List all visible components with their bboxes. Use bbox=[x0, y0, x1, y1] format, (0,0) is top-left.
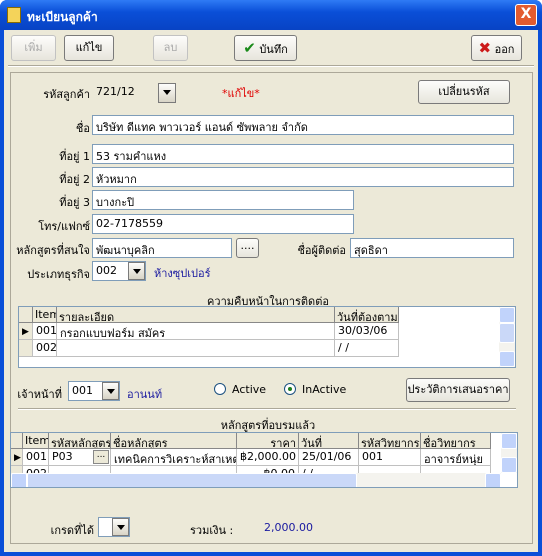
table-cell[interactable]: 001 bbox=[359, 449, 421, 466]
table-cell[interactable]: 001 bbox=[23, 449, 49, 466]
table-cell[interactable]: เทคนิคการวิเคราะห์สาเหตุ bbox=[111, 449, 237, 466]
row-pointer-icon: ▶ bbox=[14, 453, 21, 463]
business-type-dropdown-button[interactable] bbox=[128, 262, 145, 280]
total-value: 2,000.00 bbox=[264, 521, 313, 534]
save-label: บันทึก bbox=[259, 43, 288, 56]
courses-col-instructor-code: รหัสวิทยากร bbox=[359, 433, 421, 449]
scroll-up-button[interactable] bbox=[499, 307, 515, 323]
business-type-name: ห้างซุปเปอร์ bbox=[154, 267, 211, 280]
row-pointer[interactable]: ▶ bbox=[11, 449, 23, 466]
row-pointer-icon: ▶ bbox=[22, 327, 29, 337]
interest-label: หลักสูตรที่สนใจ bbox=[16, 244, 90, 257]
grid-corner bbox=[11, 433, 23, 449]
business-type-label: ประเภทธุรกิจ bbox=[27, 268, 90, 281]
ellipsis-button[interactable]: ... bbox=[93, 450, 109, 464]
address2-input[interactable]: หัวหมาก bbox=[92, 167, 514, 187]
courses-col-name: ชื่อหลักสูตร bbox=[111, 433, 237, 449]
staff-dropdown-button[interactable] bbox=[102, 382, 119, 400]
quote-history-button[interactable]: ประวัติการเสนอราคา bbox=[406, 378, 510, 402]
check-icon: ✔ bbox=[243, 39, 256, 57]
address3-input[interactable]: บางกะปิ bbox=[92, 190, 354, 210]
scroll-right-button[interactable] bbox=[485, 473, 501, 487]
scroll-up-button[interactable] bbox=[501, 433, 517, 449]
exit-label: ออก bbox=[494, 43, 515, 56]
progress-col-detail: รายละเอียด bbox=[57, 307, 335, 323]
section-separator bbox=[18, 408, 516, 410]
scroll-left-button[interactable] bbox=[11, 473, 27, 487]
progress-col-item: Item bbox=[33, 307, 57, 323]
phone-input[interactable]: 02-7178559 bbox=[92, 214, 354, 234]
courses-col-date: วันที่ bbox=[299, 433, 359, 449]
customer-code-value: 721/12 bbox=[92, 82, 156, 102]
name-input[interactable]: บริษัท ดีแทค พาวเวอร์ แอนด์ ซัพพลาย จำกั… bbox=[92, 115, 514, 135]
table-cell[interactable] bbox=[57, 340, 335, 357]
progress-grid: Item รายละเอียด วันที่ต้องตาม ▶ 001 กรอก… bbox=[18, 306, 516, 368]
progress-col-date: วันที่ต้องตาม bbox=[335, 307, 399, 323]
courses-hscrollbar[interactable] bbox=[11, 473, 501, 487]
table-cell-text: P03 bbox=[52, 450, 73, 463]
edit-mode-indicator: *แก้ไข* bbox=[222, 87, 260, 100]
interest-input[interactable]: พัฒนาบุคลิก bbox=[92, 238, 232, 258]
table-cell[interactable]: P03 ... bbox=[49, 449, 111, 466]
save-button[interactable]: ✔ บันทึก bbox=[234, 35, 297, 61]
close-button[interactable]: X bbox=[515, 4, 537, 26]
window: ทะเบียนลูกค้า X เพิ่ม แก้ไข ลบ ✔ บันทึก … bbox=[0, 0, 542, 556]
total-label: รวมเงิน : bbox=[190, 524, 234, 537]
table-cell[interactable]: / / bbox=[335, 340, 399, 357]
client-area: เพิ่ม แก้ไข ลบ ✔ บันทึก ✖ ออก รหัสลูกค้า… bbox=[4, 30, 538, 552]
exit-button[interactable]: ✖ ออก bbox=[471, 35, 522, 61]
interest-browse-button[interactable]: .... bbox=[236, 238, 259, 258]
address2-label: ที่อยู่ 2 bbox=[59, 173, 90, 186]
courses-col-price: ราคา bbox=[237, 433, 299, 449]
staff-code: 001 bbox=[72, 384, 93, 397]
staff-label: เจ้าหน้าที่ bbox=[17, 388, 62, 401]
scroll-thumb[interactable] bbox=[499, 323, 515, 343]
courses-col-instructor-name: ชื่อวิทยากร bbox=[421, 433, 491, 449]
table-cell[interactable]: 001 bbox=[33, 323, 57, 340]
edit-button[interactable]: แก้ไข bbox=[64, 35, 114, 61]
customer-code-dropdown-button[interactable] bbox=[158, 83, 176, 103]
exit-x-icon: ✖ bbox=[478, 39, 492, 57]
change-code-button[interactable]: เปลี่ยนรหัส bbox=[418, 80, 510, 104]
courses-vscrollbar[interactable] bbox=[501, 433, 517, 473]
business-type-code: 002 bbox=[96, 264, 117, 277]
row-pointer[interactable]: ▶ bbox=[19, 323, 33, 340]
table-cell[interactable]: 25/01/06 bbox=[299, 449, 359, 466]
contact-label: ชื่อผู้ติดต่อ bbox=[297, 244, 346, 257]
inactive-label: InActive bbox=[302, 383, 347, 396]
customer-code-label: รหัสลูกค้า bbox=[43, 88, 90, 101]
courses-col-code: รหัสหลักสูตร bbox=[49, 433, 111, 449]
staff-name: อานนท์ bbox=[127, 388, 163, 401]
contact-input[interactable]: สุดธิดา bbox=[350, 238, 514, 258]
grid-corner bbox=[19, 307, 33, 323]
progress-vscrollbar[interactable] bbox=[499, 307, 515, 367]
grade-dropdown-button[interactable] bbox=[112, 518, 129, 536]
phone-label: โทร/แฟกซ์ bbox=[38, 220, 90, 233]
name-label: ชื่อ bbox=[75, 122, 90, 135]
active-radio[interactable] bbox=[214, 383, 226, 395]
address1-input[interactable]: 53 รามคำแหง bbox=[92, 144, 514, 164]
table-cell[interactable]: 002 bbox=[33, 340, 57, 357]
grade-label: เกรดที่ได้ bbox=[50, 524, 94, 537]
row-header[interactable] bbox=[19, 340, 33, 357]
delete-button[interactable]: ลบ bbox=[153, 35, 188, 61]
add-button[interactable]: เพิ่ม bbox=[11, 35, 56, 61]
app-icon bbox=[7, 7, 21, 23]
scroll-down-button[interactable] bbox=[501, 457, 517, 473]
inactive-radio[interactable] bbox=[284, 383, 296, 395]
active-label: Active bbox=[232, 383, 267, 396]
scroll-thumb[interactable] bbox=[27, 473, 357, 487]
window-title: ทะเบียนลูกค้า bbox=[27, 10, 98, 24]
table-cell[interactable]: ฿2,000.00 bbox=[237, 449, 299, 466]
address3-label: ที่อยู่ 3 bbox=[59, 196, 90, 209]
courses-grid: Item รหัสหลักสูตร ชื่อหลักสูตร ราคา วันท… bbox=[10, 432, 518, 488]
title-bar: ทะเบียนลูกค้า X bbox=[0, 0, 542, 30]
table-cell[interactable]: 30/03/06 bbox=[335, 323, 399, 340]
table-cell[interactable]: อาจารย์หนุ่ย bbox=[421, 449, 491, 466]
scroll-down-button[interactable] bbox=[499, 351, 515, 367]
courses-col-item: Item bbox=[23, 433, 49, 449]
toolbar-separator bbox=[8, 65, 534, 67]
address1-label: ที่อยู่ 1 bbox=[59, 150, 90, 163]
table-cell[interactable]: กรอกแบบฟอร์ม สมัคร bbox=[57, 323, 335, 340]
